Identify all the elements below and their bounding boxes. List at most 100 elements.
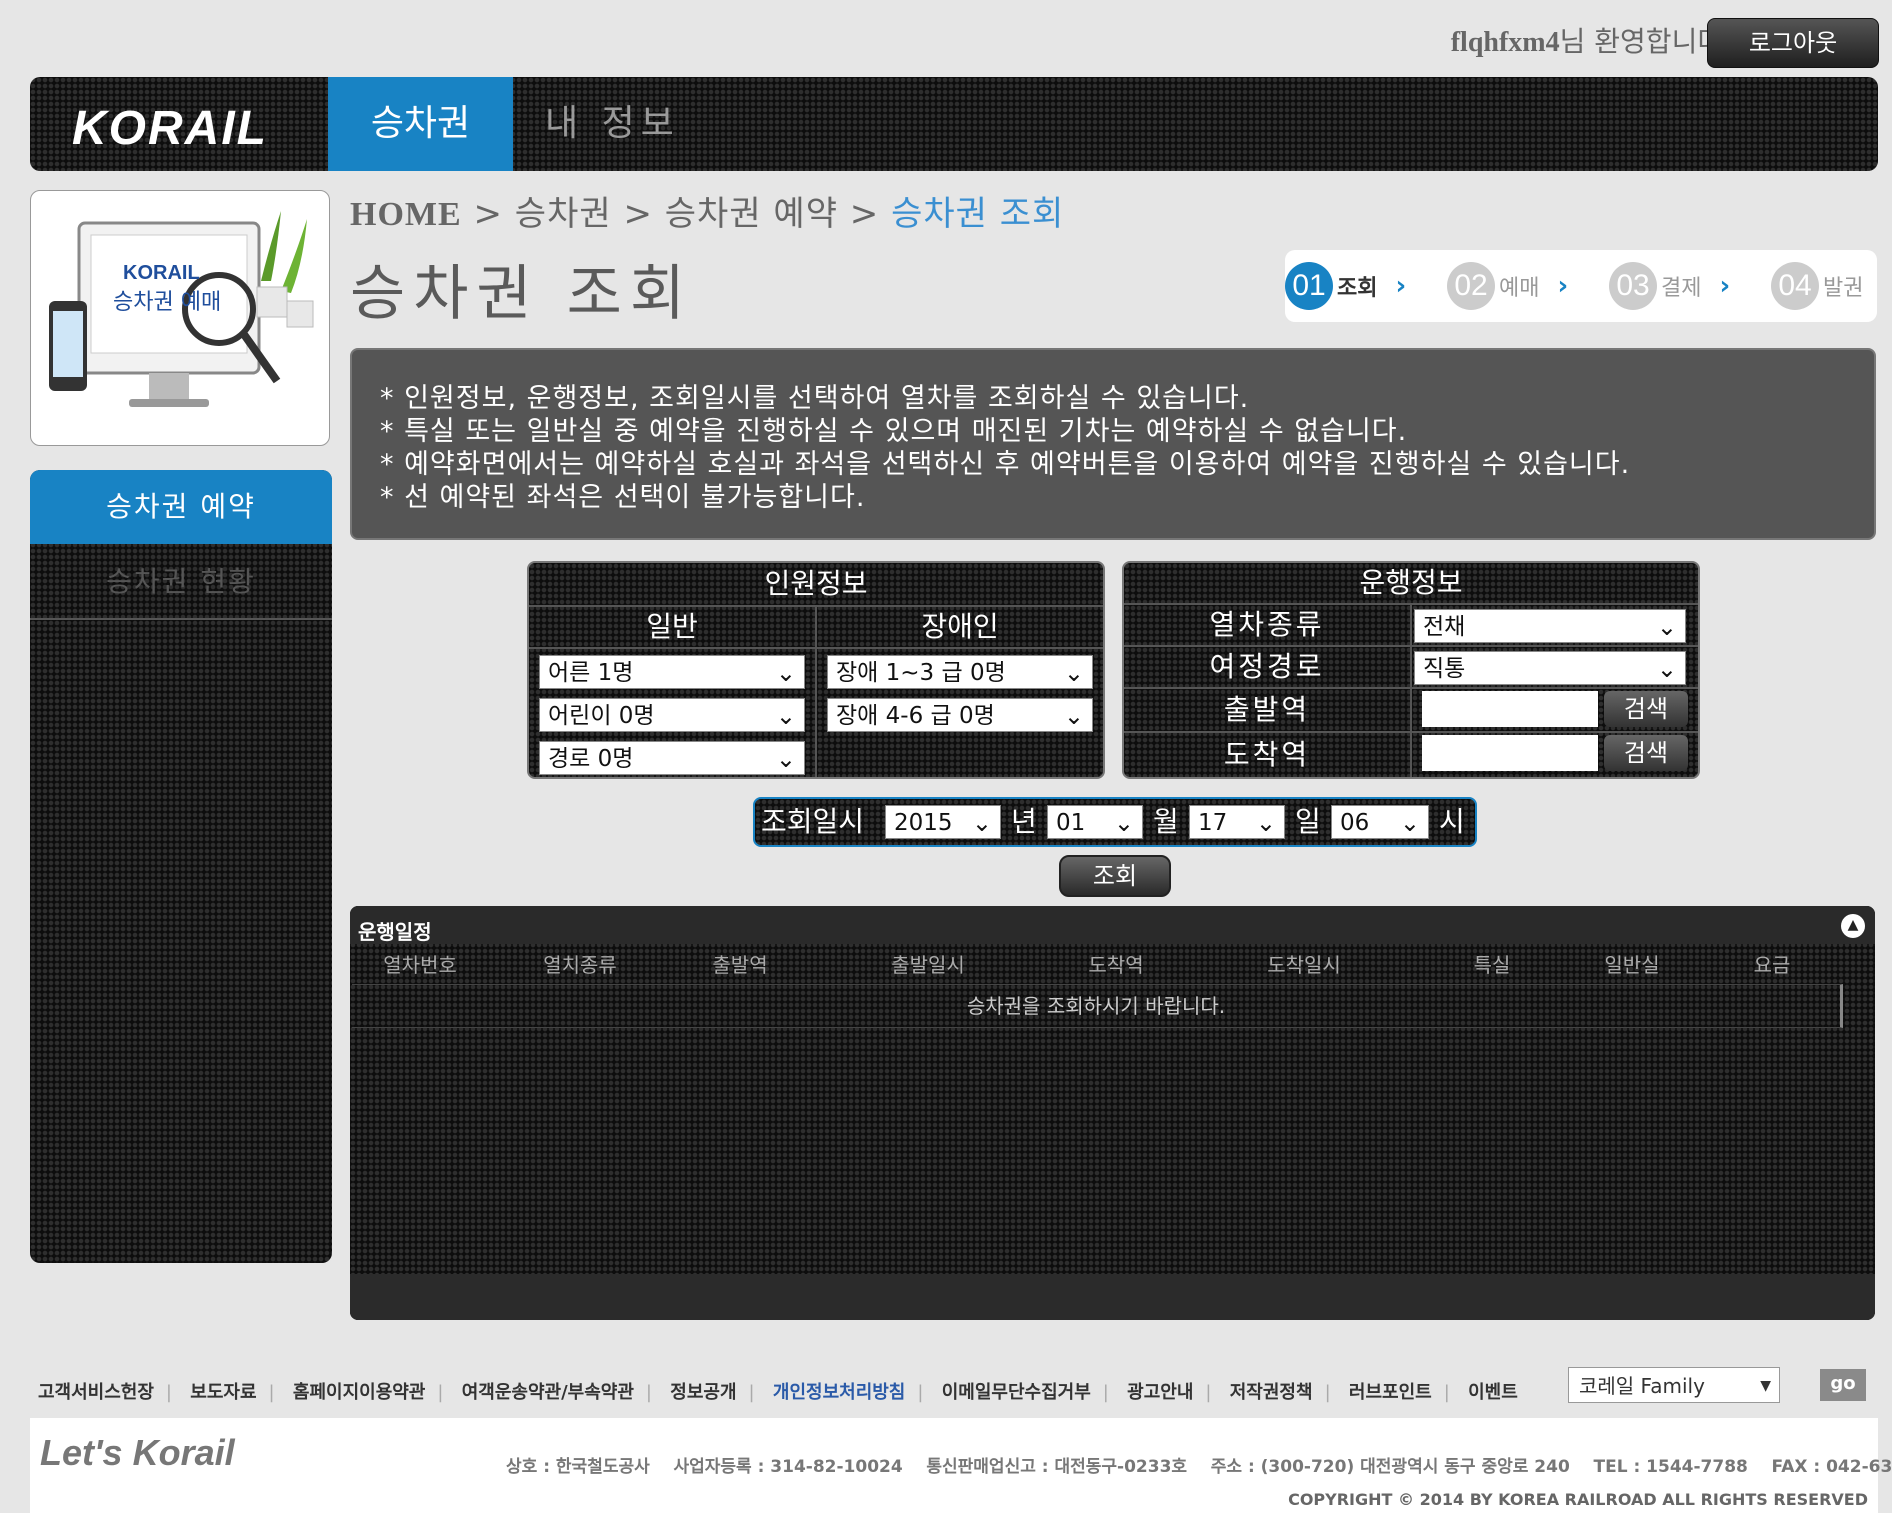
booking-illustration-icon: KORAIL 승차권 예매 [49,211,314,407]
breadcrumb-sep: > [849,194,880,234]
footer-link[interactable]: 광고안내 [1127,1382,1193,1403]
step-number: 02 [1447,262,1495,310]
general-header: 일반 [646,610,698,643]
chevron-down-icon: ⌄ [1399,809,1420,837]
chevron-down-icon: ⌄ [1656,655,1677,683]
month-unit: 월 [1153,805,1179,838]
col-fare: 요금 [1753,953,1791,977]
step-booking: 02 예매 › [1447,260,1568,312]
footer-link[interactable]: 러브포인트 [1349,1382,1432,1403]
itinerary-select[interactable]: 직통 ⌄ [1414,651,1686,685]
korail-logo[interactable]: KORAIL [72,101,268,156]
disabled-1-3-select[interactable]: 장애 1~3 급 0명 ⌄ [827,655,1093,689]
arrival-station-input[interactable] [1422,735,1598,771]
train-type-value: 전채 [1423,614,1466,640]
itinerary-label: 여정경로 [1209,650,1325,683]
step-label: 발권 [1823,276,1864,301]
route-info-title: 운행정보 [1359,566,1463,599]
sidebar-item-ticket-reservation[interactable]: 승차권 예약 [30,470,332,544]
footer-link[interactable]: 이메일무단수집거부 [942,1382,1091,1403]
notice-box: * 인원정보, 운행정보, 조회일시를 선택하여 열차를 조회하실 수 있습니다… [350,348,1876,540]
step-label: 조회 [1337,276,1378,301]
train-type-label: 열차종류 [1209,608,1325,641]
footer-link[interactable]: 보도자료 [190,1382,256,1403]
departure-search-button[interactable]: 검색 [1604,691,1688,727]
lets-korail-logo: Let's Korail [40,1432,235,1473]
disabled-4-6-value: 장애 4-6 급 0명 [836,703,995,729]
breadcrumb-reservation[interactable]: 승차권 예약 [665,194,838,234]
departure-station-input[interactable] [1422,691,1598,727]
company-tel: TEL : 1544-7788 [1593,1457,1748,1477]
day-select[interactable]: 17 ⌄ [1189,805,1285,839]
logout-button[interactable]: 로그아웃 [1707,18,1879,68]
senior-count-select[interactable]: 경로 0명 ⌄ [539,741,805,775]
breadcrumb: HOME > 승차권 > 승차권 예약 > 승차권 조회 [350,186,1064,235]
hour-unit: 시 [1439,805,1465,838]
child-count-value: 어린이 0명 [548,703,655,729]
month-select[interactable]: 01 ⌄ [1047,805,1143,839]
username: flqhfxm4 [1450,27,1560,58]
company-name: 상호 : 한국철도공사 [506,1457,650,1477]
breadcrumb-home[interactable]: HOME [350,196,462,233]
page-title: 승차권 조회 [350,259,694,329]
footer-link[interactable]: 이벤트 [1468,1382,1518,1403]
business-registration: 사업자등록 : 314-82-10024 [673,1457,903,1477]
footer-link[interactable]: 고객서비스헌장 [38,1382,154,1403]
sidebar-menu: 승차권 예약 승차권 현황 [30,470,332,1263]
departure-label: 출발역 [1223,693,1311,726]
chevron-down-icon: ⌄ [775,659,796,687]
disabled-4-6-select[interactable]: 장애 4-6 급 0명 ⌄ [827,698,1093,732]
schedule-empty-message: 승차권을 조회하시기 바랍니다. [352,984,1843,1028]
step-number: 01 [1285,262,1333,310]
hour-value: 06 [1340,810,1370,836]
year-select[interactable]: 2015 ⌄ [885,805,1001,839]
welcome-text: flqhfxm4님 환영합니다. [1451,20,1732,60]
collapse-icon[interactable]: ▲ [1841,914,1865,938]
notice-line: * 선 예약된 좌석은 선택이 불가능합니다. [380,482,866,513]
tab-ticket[interactable]: 승차권 [328,77,513,171]
company-address: 주소 : (300-720) 대전광역시 동구 중앙로 240 [1210,1457,1570,1477]
footer-link[interactable]: 저작권정책 [1230,1382,1313,1403]
schedule-panel: 운행일정 ▲ 열차번호 열치종류 출발역 출발일시 도착역 도착일시 특실 일반… [350,906,1875,1320]
banner-caption: 승차권 예매 [113,290,221,315]
schedule-footer [350,1274,1875,1320]
query-button[interactable]: 조회 [1059,855,1171,897]
family-site-select[interactable]: 코레일 Family ▼ [1568,1367,1780,1403]
route-info-panel: 운행정보 열차종류 전채 ⌄ 여정경로 직통 ⌄ 출발역 검색 도착역 검색 [1122,561,1700,779]
day-unit: 일 [1295,805,1321,838]
year-unit: 년 [1011,805,1037,838]
go-button[interactable]: go [1820,1369,1866,1401]
step-number: 03 [1609,262,1657,310]
child-count-select[interactable]: 어린이 0명 ⌄ [539,698,805,732]
footer-link[interactable]: 여객운송약관/부속약관 [462,1382,634,1403]
sidebar-item-ticket-status[interactable]: 승차권 현황 [30,546,332,620]
footer-link[interactable]: 정보공개 [670,1382,736,1403]
breadcrumb-ticket[interactable]: 승차권 [515,194,612,234]
train-type-select[interactable]: 전채 ⌄ [1414,609,1686,643]
schedule-title: 운행일정 [358,920,432,944]
chevron-down-icon: ⌄ [971,809,992,837]
chevron-down-icon: ⌄ [1255,809,1276,837]
footer-link-privacy[interactable]: 개인정보처리방침 [773,1382,905,1403]
footer-link[interactable]: 홈페이지이용약관 [293,1382,425,1403]
ticket-booking-banner: KORAIL 승차권 예매 [30,190,330,446]
col-arrival-station: 도착역 [1088,953,1144,977]
chevron-down-icon: ⌄ [775,702,796,730]
step-issue: 04 발권 [1771,260,1863,312]
chevron-right-icon: › [1557,271,1569,301]
passenger-info-title: 인원정보 [764,567,868,600]
col-train-type: 열치종류 [543,953,617,977]
tab-my-info[interactable]: 내 정보 [545,77,680,171]
hour-select[interactable]: 06 ⌄ [1331,805,1429,839]
chevron-down-icon: ⌄ [1063,659,1084,687]
adult-count-select[interactable]: 어른 1명 ⌄ [539,655,805,689]
breadcrumb-sep: > [623,194,653,234]
step-label: 결제 [1661,276,1702,301]
col-departure-time: 출발일시 [891,953,965,977]
chevron-right-icon: › [1719,271,1731,301]
chevron-down-icon: ⌄ [775,745,796,773]
itinerary-value: 직통 [1423,656,1466,682]
arrival-search-button[interactable]: 검색 [1604,735,1688,771]
step-number: 04 [1771,262,1819,310]
booking-steps: 01 조회 › 02 예매 › 03 결제 › 04 발권 [1285,250,1877,322]
